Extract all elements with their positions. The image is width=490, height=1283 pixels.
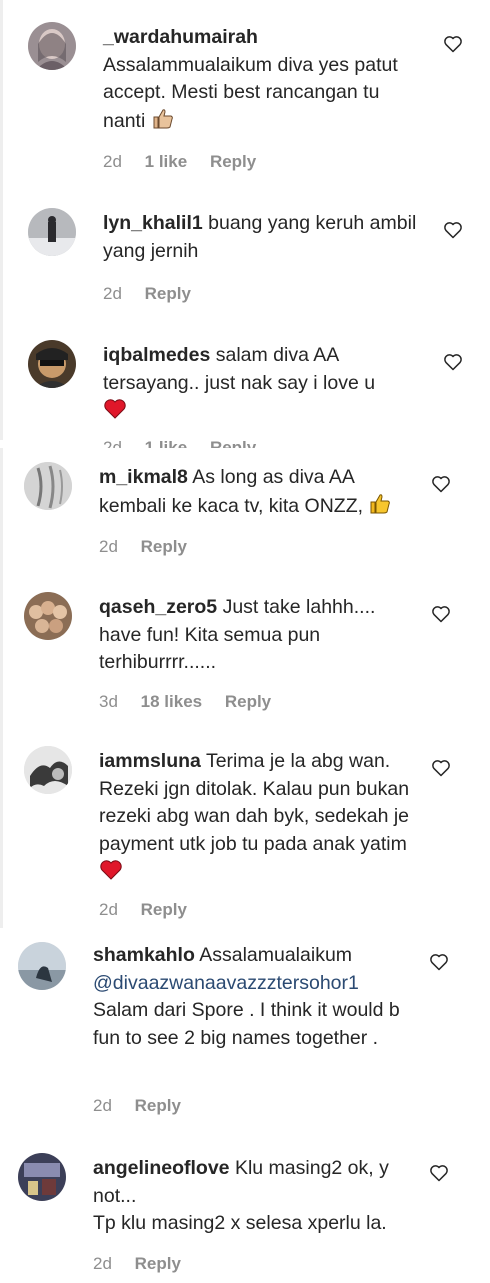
reply-button[interactable]: Reply — [210, 152, 256, 171]
reply-button[interactable]: Reply — [135, 1096, 181, 1115]
reply-button[interactable]: Reply — [141, 537, 187, 556]
reply-button[interactable]: Reply — [210, 438, 256, 448]
avatar[interactable] — [18, 1153, 66, 1201]
reply-button[interactable]: Reply — [145, 284, 191, 303]
comment-item: shamkahlo Assalamualaikum @divaazwanaava… — [0, 928, 490, 1143]
comment-username[interactable]: shamkahlo — [93, 944, 195, 966]
comment-time: 3d — [99, 692, 118, 711]
comment-text: Assalammualaikum diva yes patut accept. … — [103, 53, 398, 132]
comment-likes[interactable]: 1 like — [145, 438, 188, 448]
comment-username[interactable]: m_ikmal8 — [99, 466, 188, 488]
heart-outline-icon[interactable] — [429, 952, 449, 972]
heart-outline-icon[interactable] — [443, 34, 463, 54]
avatar[interactable] — [18, 942, 66, 990]
red-heart-emoji-icon — [103, 397, 127, 421]
reply-button[interactable]: Reply — [225, 692, 271, 711]
heart-outline-icon[interactable] — [431, 474, 451, 494]
avatar[interactable] — [24, 746, 72, 794]
comment-meta: 2d Reply — [93, 1254, 199, 1274]
comment-body: qaseh_zero5 Just take lahhh.... have fun… — [99, 594, 419, 677]
comment-likes[interactable]: 18 likes — [141, 692, 202, 711]
comment-item: m_ikmal8 As long as diva AA kembali ke k… — [0, 448, 490, 578]
comment-text-continued: Tp klu masing2 x selesa xperlu la. — [93, 1212, 387, 1234]
thumbs-up-emoji-icon — [151, 107, 175, 131]
heart-outline-icon[interactable] — [443, 220, 463, 240]
comment-username[interactable]: lyn_khalil1 — [103, 212, 203, 234]
comment-item: qaseh_zero5 Just take lahhh.... have fun… — [0, 578, 490, 728]
comment-meta: 2d Reply — [99, 537, 205, 557]
avatar[interactable] — [24, 592, 72, 640]
comment-meta: 3d 18 likes Reply — [99, 692, 289, 712]
comment-body: angelineoflove Klu masing2 ok, y not... … — [93, 1155, 423, 1238]
comment-meta: 2d Reply — [93, 1096, 199, 1116]
comment-text-continued: Salam dari Spore . I think it would b fu… — [93, 999, 400, 1049]
comment-item: _wardahumairah Assalammualaikum diva yes… — [0, 0, 490, 190]
avatar[interactable] — [28, 22, 76, 70]
reply-button[interactable]: Reply — [141, 900, 187, 919]
comment-username[interactable]: qaseh_zero5 — [99, 596, 217, 618]
thumbs-up-emoji-icon — [368, 492, 392, 516]
comment-username[interactable]: iqbalmedes — [103, 344, 210, 366]
heart-outline-icon[interactable] — [429, 1163, 449, 1183]
comment-meta: 2d 1 like Reply — [103, 438, 274, 448]
comment-body: iqbalmedes salam diva AA tersayang.. jus… — [103, 342, 423, 426]
comment-item: iqbalmedes salam diva AA tersayang.. jus… — [0, 320, 490, 448]
avatar[interactable] — [28, 208, 76, 256]
comment-meta: 2d Reply — [103, 284, 209, 304]
comment-time: 2d — [103, 284, 122, 303]
comment-body: lyn_khalil1 buang yang keruh ambil yang … — [103, 210, 423, 265]
comment-body: _wardahumairah Assalammualaikum diva yes… — [103, 24, 423, 135]
comment-time: 2d — [103, 438, 122, 448]
comment-time: 2d — [103, 152, 122, 171]
comment-body: m_ikmal8 As long as diva AA kembali ke k… — [99, 464, 419, 520]
heart-outline-icon[interactable] — [431, 758, 451, 778]
comment-time: 2d — [99, 537, 118, 556]
comment-item: lyn_khalil1 buang yang keruh ambil yang … — [0, 190, 490, 320]
red-heart-emoji-icon — [99, 858, 123, 882]
comment-body: iammsluna Terima je la abg wan. Rezeki j… — [99, 748, 419, 887]
comment-time: 2d — [93, 1254, 112, 1273]
comment-body: shamkahlo Assalamualaikum @divaazwanaava… — [93, 942, 423, 1052]
comment-likes[interactable]: 1 like — [145, 152, 188, 171]
avatar[interactable] — [24, 462, 72, 510]
comment-meta: 2d Reply — [99, 900, 205, 920]
comment-text: Assalamualaikum — [199, 944, 353, 966]
heart-outline-icon[interactable] — [443, 352, 463, 372]
comment-username[interactable]: angelineoflove — [93, 1157, 230, 1179]
comment-item: iammsluna Terima je la abg wan. Rezeki j… — [0, 728, 490, 928]
comment-meta: 2d 1 like Reply — [103, 152, 274, 172]
avatar[interactable] — [28, 340, 76, 388]
mention-link[interactable]: @divaazwanaavazzztersohor1 — [93, 972, 359, 994]
comment-time: 2d — [93, 1096, 112, 1115]
comment-item: angelineoflove Klu masing2 ok, y not... … — [0, 1143, 490, 1283]
comment-username[interactable]: _wardahumairah — [103, 26, 258, 48]
comment-username[interactable]: iammsluna — [99, 750, 201, 772]
heart-outline-icon[interactable] — [431, 604, 451, 624]
comment-time: 2d — [99, 900, 118, 919]
reply-button[interactable]: Reply — [135, 1254, 181, 1273]
